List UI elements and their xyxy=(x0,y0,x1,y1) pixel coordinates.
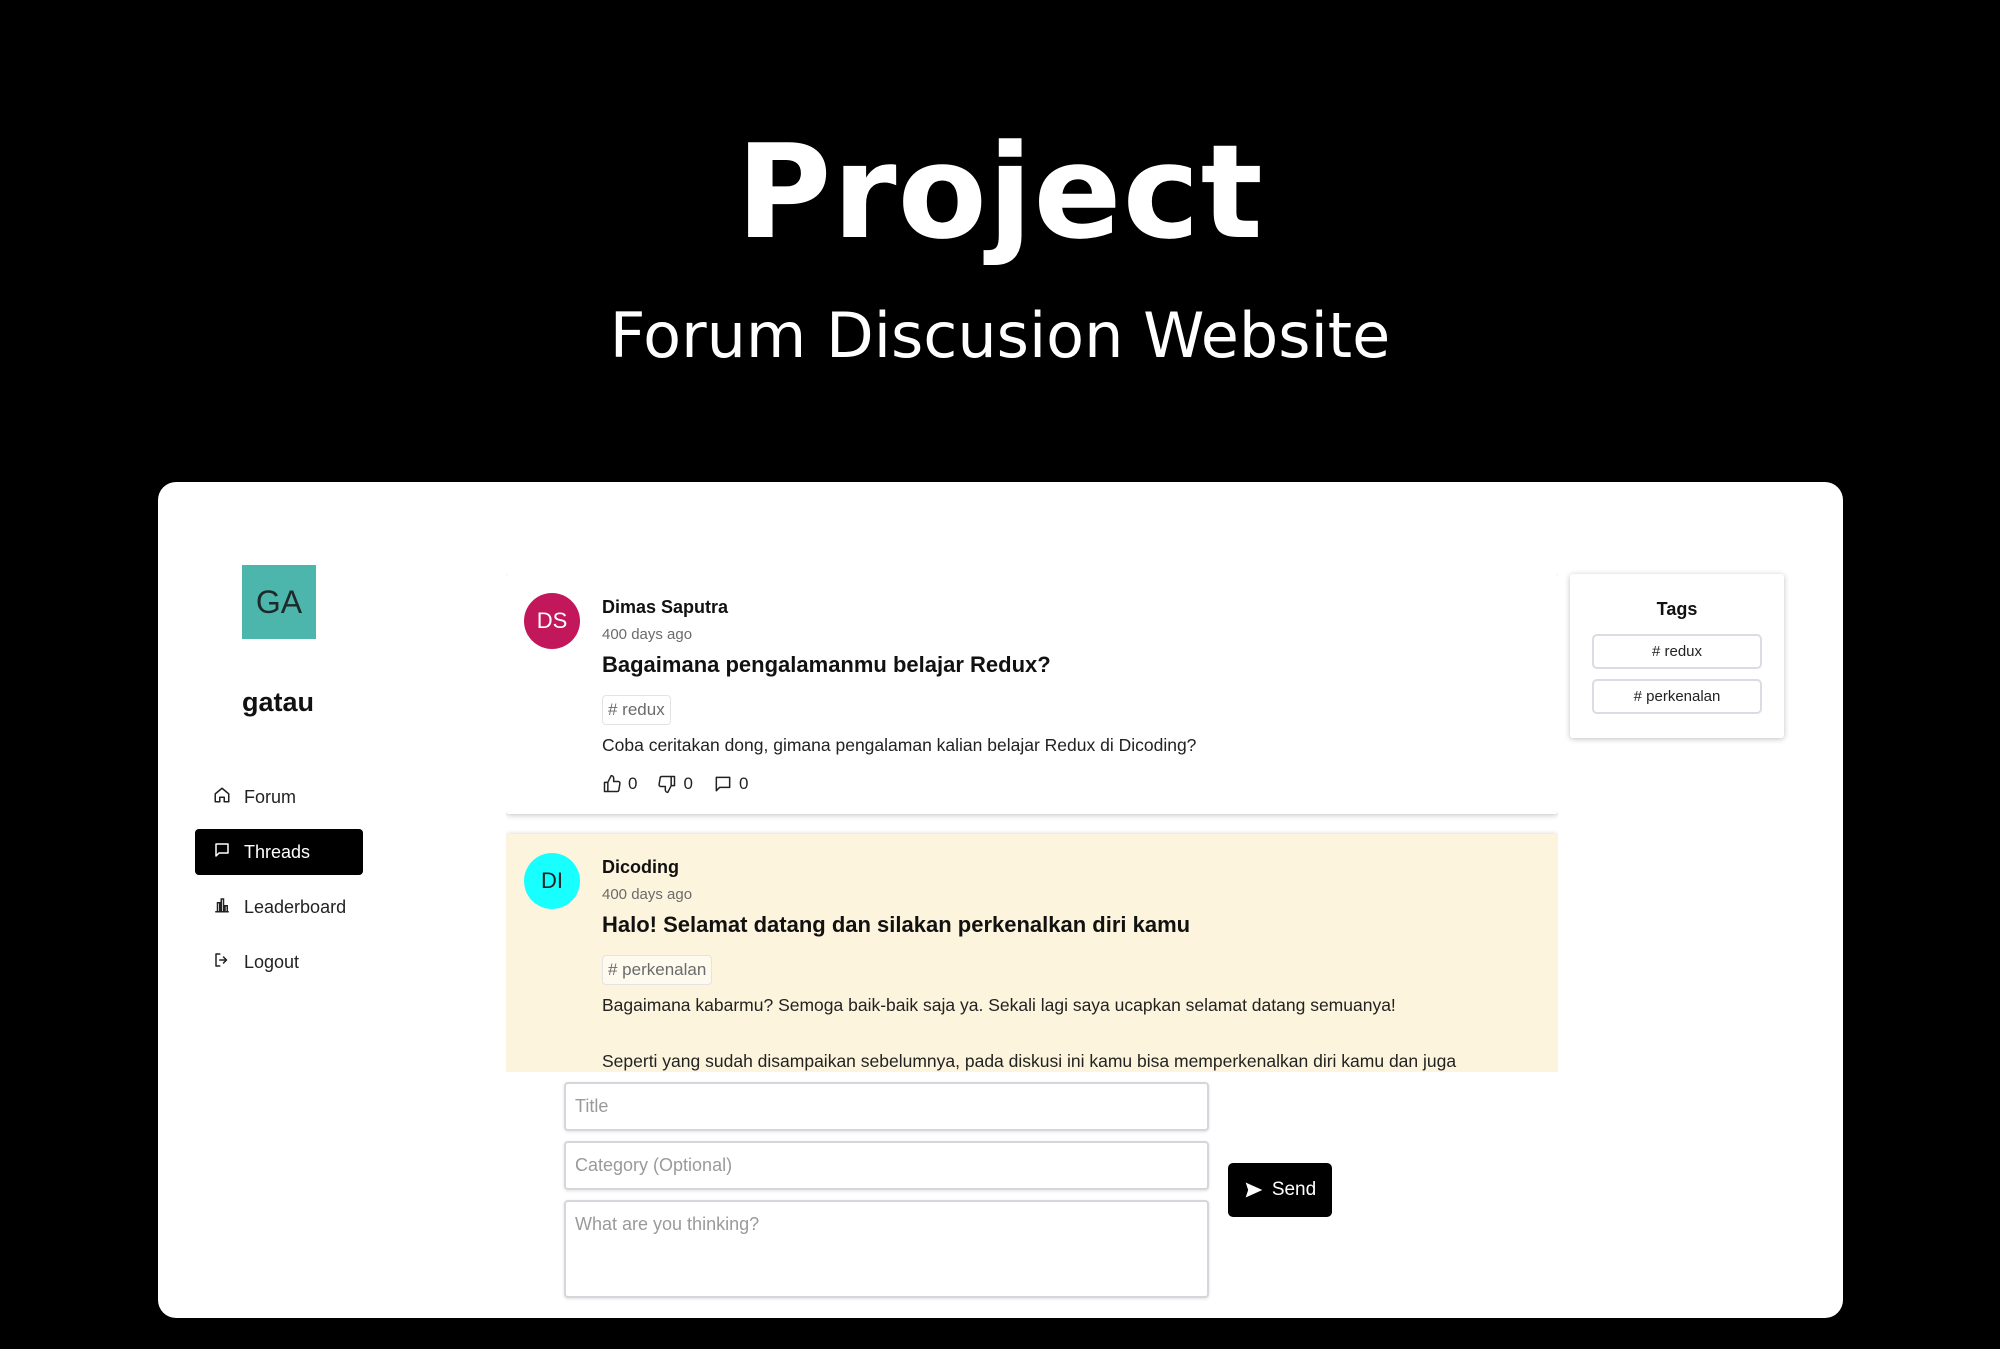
thread-card[interactable]: DS Dimas Saputra 400 days ago Bagaimana … xyxy=(506,574,1558,814)
user-name: gatau xyxy=(242,687,315,717)
tags-panel: Tags # redux # perkenalan xyxy=(1570,574,1784,738)
nav-item-label: Logout xyxy=(244,951,300,972)
nav-item-label: Leaderboard xyxy=(244,896,347,917)
category-input[interactable] xyxy=(564,1141,1209,1190)
thread-title[interactable]: Halo! Selamat datang dan silakan perkena… xyxy=(602,912,1190,938)
comment-button[interactable]: 0 xyxy=(713,774,748,794)
chat-bubble-icon xyxy=(213,841,235,863)
logout-icon xyxy=(213,951,235,973)
hero-title: Project xyxy=(736,116,1264,268)
thread-author: Dimas Saputra xyxy=(602,597,729,617)
like-button[interactable]: 0 xyxy=(602,774,637,794)
thread-author-avatar: DS xyxy=(524,593,580,649)
thread-body: Coba ceritakan dong, gimana pengalaman k… xyxy=(602,735,1197,755)
comment-count: 0 xyxy=(738,774,749,793)
thread-author-avatar: DI xyxy=(524,853,580,909)
title-input[interactable] xyxy=(564,1082,1209,1131)
nav-item-label: Forum xyxy=(244,786,297,807)
like-count: 0 xyxy=(628,774,638,793)
nav-item-leaderboard[interactable]: Leaderboard xyxy=(195,884,363,930)
home-icon xyxy=(213,786,235,808)
send-label: Send xyxy=(1271,1179,1317,1200)
dislike-button[interactable]: 0 xyxy=(657,774,693,794)
bar-chart-icon xyxy=(213,896,235,918)
nav-item-forum[interactable]: Forum xyxy=(195,774,363,820)
thread-tag[interactable]: # redux xyxy=(602,695,671,725)
thread-list: DS Dimas Saputra 400 days ago Bagaimana … xyxy=(506,574,1558,1072)
thread-time: 400 days ago xyxy=(602,886,693,903)
tag-filter-button[interactable]: # redux xyxy=(1592,634,1762,669)
user-avatar: GA xyxy=(242,565,316,639)
nav-item-logout[interactable]: Logout xyxy=(195,939,363,985)
thread-body-input[interactable] xyxy=(564,1200,1209,1298)
thread-author: Dicoding xyxy=(602,857,679,877)
thread-title[interactable]: Bagaimana pengalamanmu belajar Redux? xyxy=(602,652,1051,678)
nav-item-threads[interactable]: Threads xyxy=(195,829,363,875)
hero-subtitle: Forum Discusion Website xyxy=(609,299,1391,372)
thread-body: Bagaimana kabarmu? Semoga baik-baik saja… xyxy=(602,991,1542,1072)
thread-card[interactable]: DI Dicoding 400 days ago Halo! Selamat d… xyxy=(506,834,1558,1072)
thread-body-line: Bagaimana kabarmu? Semoga baik-baik saja… xyxy=(602,995,1396,1015)
send-button[interactable]: Send xyxy=(1228,1163,1332,1217)
thumbs-down-icon xyxy=(658,775,676,794)
dislike-count: 0 xyxy=(683,774,693,793)
thread-stats: 0 0 0 xyxy=(602,774,768,794)
tag-filter-button[interactable]: # perkenalan xyxy=(1592,679,1762,714)
thread-time: 400 days ago xyxy=(602,626,693,643)
thumbs-up-icon xyxy=(603,774,621,793)
thread-tag[interactable]: # perkenalan xyxy=(602,955,713,985)
tags-title: Tags xyxy=(1656,599,1698,619)
sidebar-nav: Forum Threads Leaderboard Logout xyxy=(195,774,363,994)
app-window: GA gatau Forum Threads Leaderboard Logou… xyxy=(158,482,1843,1318)
comment-icon xyxy=(715,776,731,792)
send-icon xyxy=(1245,1182,1263,1198)
nav-item-label: Threads xyxy=(244,841,311,862)
thread-body-line: Seperti yang sudah disampaikan sebelumny… xyxy=(602,1051,1457,1071)
